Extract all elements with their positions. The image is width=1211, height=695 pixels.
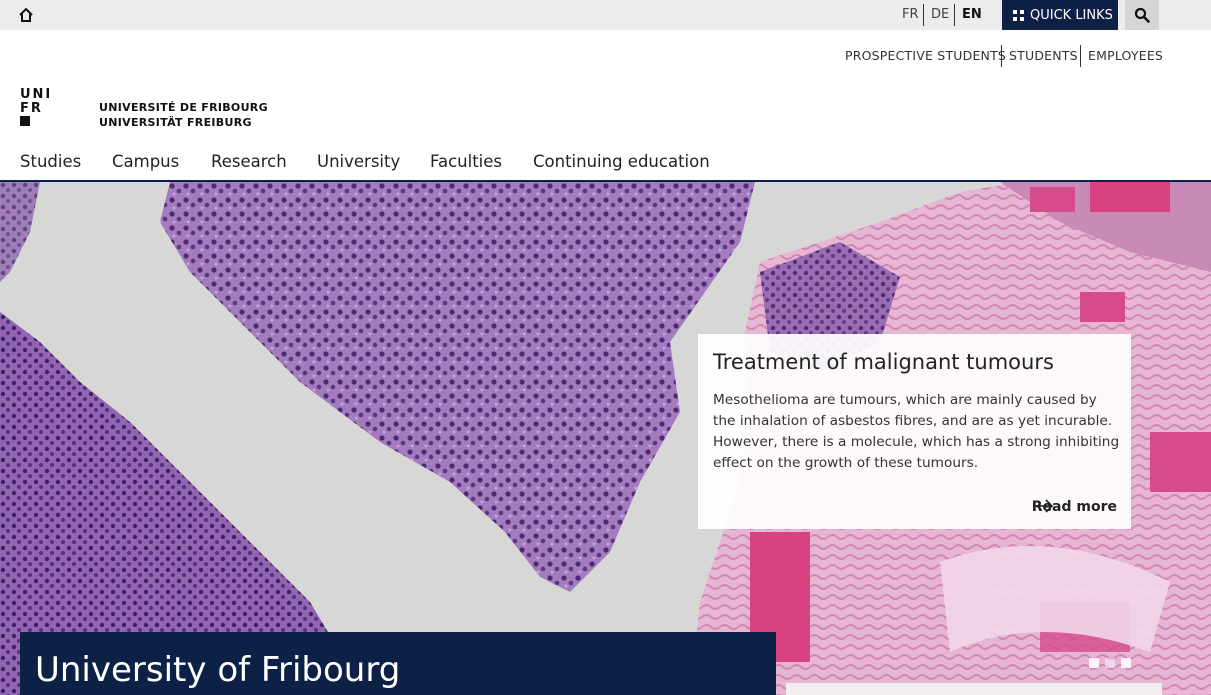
search-button[interactable] (1125, 0, 1159, 30)
audience-link-prospective-students[interactable]: PROSPECTIVE STUDENTS (845, 48, 1006, 63)
slider-pagination (1089, 658, 1137, 668)
slider-dot-3[interactable] (1121, 658, 1131, 668)
audience-link-employees[interactable]: EMPLOYEES (1088, 48, 1163, 63)
nav-university[interactable]: University (317, 152, 400, 171)
quick-links-button[interactable]: QUICK LINKS (1002, 0, 1118, 30)
nav-research[interactable]: Research (211, 152, 287, 171)
logo-line-german: UNIVERSITÄT FREIBURG (99, 116, 252, 129)
divider (923, 4, 924, 26)
arrow-right-icon (1038, 499, 1053, 513)
grid-icon (1013, 9, 1024, 21)
nav-faculties[interactable]: Faculties (430, 152, 502, 171)
utility-bar: FR DE EN QUICK LINKS (0, 0, 1211, 30)
quick-links-label: QUICK LINKS (1030, 7, 1113, 23)
divider (954, 4, 955, 26)
hero-slider[interactable]: Treatment of malignant tumours Mesotheli… (0, 182, 1211, 695)
slider-dot-1[interactable] (1089, 658, 1099, 668)
logo-line-french: UNIVERSITÉ DE FRIBOURG (99, 101, 268, 114)
page-title-box: University of Fribourg (20, 632, 776, 695)
nav-studies[interactable]: Studies (20, 152, 81, 171)
content-panel-edge (786, 683, 1162, 695)
language-fr[interactable]: FR (902, 7, 919, 22)
nav-continuing-education[interactable]: Continuing education (533, 152, 710, 171)
logo-wordmark: UNIVERSITÉ DE FRIBOURG UNIVERSITÄT FREIB… (99, 100, 268, 130)
logo-mark-line-1: UNI (20, 87, 52, 102)
divider (1080, 45, 1081, 67)
home-icon[interactable] (17, 6, 35, 24)
nav-campus[interactable]: Campus (112, 152, 179, 171)
search-icon (1134, 7, 1150, 23)
language-de[interactable]: DE (931, 7, 949, 22)
read-more-link[interactable]: Read more (1032, 499, 1117, 515)
unifr-logo-mark: UNI FR (20, 87, 52, 126)
news-card: Treatment of malignant tumours Mesotheli… (698, 334, 1131, 529)
logo-mark-line-2: FR (20, 101, 43, 116)
audience-link-students[interactable]: STUDENTS (1009, 48, 1078, 63)
divider (1001, 45, 1002, 67)
slider-dot-2[interactable] (1105, 658, 1115, 668)
language-en[interactable]: EN (962, 7, 982, 22)
page-title: University of Fribourg (35, 650, 401, 690)
news-card-body: Mesothelioma are tumours, which are main… (713, 392, 1120, 471)
news-card-title: Treatment of malignant tumours (713, 350, 1054, 374)
